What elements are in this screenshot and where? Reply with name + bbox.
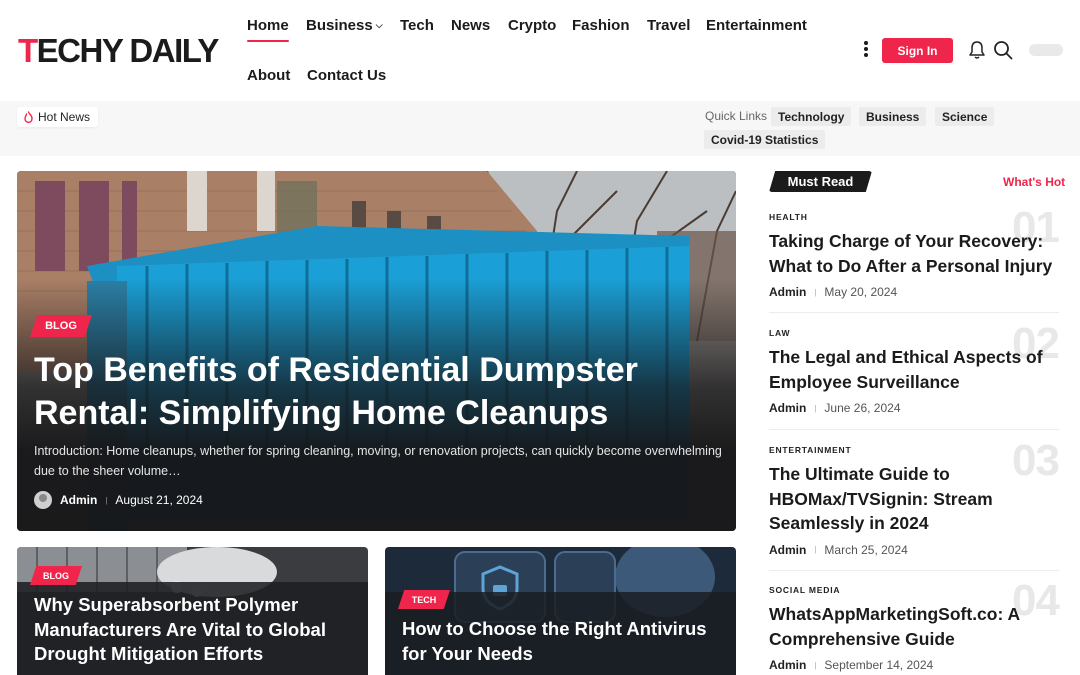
card-title-antivirus[interactable]: How to Choose the Right Antivirus for Yo… bbox=[402, 617, 722, 666]
hero-category-badge[interactable]: Blog bbox=[30, 315, 92, 337]
hero-author[interactable]: Admin bbox=[60, 493, 97, 507]
must-read-tab[interactable]: Must Read bbox=[769, 171, 872, 192]
divider bbox=[769, 570, 1059, 571]
hero-excerpt: Introduction: Home cleanups, whether for… bbox=[34, 444, 722, 478]
post-category[interactable]: HEALTH bbox=[769, 212, 1059, 222]
sign-in-button[interactable]: Sign In bbox=[882, 38, 953, 63]
post-date: September 14, 2024 bbox=[824, 658, 934, 672]
site-header: TECHY DAILY Home Business ⌵ Tech News Cry… bbox=[0, 0, 1080, 101]
post-meta: Admin | June 26, 2024 bbox=[769, 401, 1059, 415]
post-author[interactable]: Admin bbox=[769, 285, 806, 299]
hot-news-label: Hot News bbox=[38, 110, 91, 124]
whats-hot-link[interactable]: What's Hot bbox=[1003, 175, 1065, 189]
nav-item-business[interactable]: Business ⌵ bbox=[306, 17, 383, 34]
post-meta: Admin | March 25, 2024 bbox=[769, 543, 1059, 557]
chevron-down-icon: ⌵ bbox=[375, 20, 383, 30]
search-icon[interactable] bbox=[993, 40, 1013, 60]
site-logo[interactable]: TECHY DAILY bbox=[18, 32, 219, 70]
meta-separator: | bbox=[814, 403, 817, 413]
hot-news-button[interactable]: Hot News bbox=[17, 107, 99, 127]
fire-icon bbox=[24, 111, 33, 123]
post-author[interactable]: Admin bbox=[769, 543, 806, 557]
quick-link-science[interactable]: Science bbox=[935, 107, 995, 126]
card-badge-blog[interactable]: Blog bbox=[30, 566, 82, 585]
bell-icon[interactable] bbox=[968, 40, 986, 60]
divider bbox=[769, 429, 1059, 430]
quick-links-bar: Hot News Quick Links Technology Business… bbox=[0, 101, 1080, 156]
post-title[interactable]: The Legal and Ethical Aspects of Employe… bbox=[769, 345, 1059, 394]
post-category[interactable]: SOCIAL MEDIA bbox=[769, 585, 1059, 595]
post-title[interactable]: The Ultimate Guide to HBOMax/TVSignin: S… bbox=[769, 462, 1009, 536]
hero-date: August 21, 2024 bbox=[115, 493, 203, 507]
quick-link-covid-statistics[interactable]: Covid-19 Statistics bbox=[704, 130, 826, 149]
post-title[interactable]: Taking Charge of Your Recovery: What to … bbox=[769, 229, 1059, 278]
sidebar-post-4: 04 SOCIAL MEDIA WhatsAppMarketingSoft.co… bbox=[769, 576, 1060, 672]
avatar[interactable] bbox=[34, 491, 52, 509]
meta-separator: | bbox=[814, 545, 817, 554]
post-meta: Admin | September 14, 2024 bbox=[769, 658, 1059, 672]
post-author[interactable]: Admin bbox=[769, 401, 806, 415]
meta-separator: | bbox=[814, 660, 817, 670]
card-title-polymer[interactable]: Why Superabsorbent Polymer Manufacturers… bbox=[34, 593, 354, 667]
nav-item-crypto[interactable]: Crypto bbox=[508, 17, 556, 34]
post-title[interactable]: WhatsAppMarketingSoft.co: A Comprehensiv… bbox=[769, 602, 1059, 651]
more-vertical-icon[interactable] bbox=[862, 41, 870, 59]
post-meta: Admin | May 20, 2024 bbox=[769, 285, 1059, 299]
meta-separator: | bbox=[105, 495, 108, 505]
post-category[interactable]: ENTERTAINMENT bbox=[769, 445, 1059, 455]
quick-link-business[interactable]: Business bbox=[859, 107, 927, 126]
quick-link-technology[interactable]: Technology bbox=[771, 107, 852, 126]
sidebar-post-3: 03 ENTERTAINMENT The Ultimate Guide to H… bbox=[769, 436, 1060, 557]
meta-separator: | bbox=[814, 287, 817, 297]
nav-item-about[interactable]: About bbox=[247, 67, 290, 84]
nav-item-entertainment[interactable]: Entertainment bbox=[706, 17, 807, 34]
card-badge-tech[interactable]: Tech bbox=[398, 590, 450, 609]
quick-links-label: Quick Links bbox=[705, 109, 768, 123]
nav-item-fashion[interactable]: Fashion bbox=[572, 17, 630, 34]
post-date: May 20, 2024 bbox=[824, 285, 898, 299]
divider bbox=[769, 312, 1059, 313]
post-date: March 25, 2024 bbox=[824, 542, 908, 557]
dark-mode-toggle[interactable] bbox=[1029, 44, 1063, 56]
sidebar-post-1: 01 HEALTH Taking Charge of Your Recovery… bbox=[769, 203, 1060, 299]
nav-item-news[interactable]: News bbox=[451, 17, 490, 34]
post-number: 03 bbox=[1012, 436, 1060, 485]
sidebar-post-2: 02 LAW The Legal and Ethical Aspects of … bbox=[769, 319, 1060, 415]
post-author[interactable]: Admin bbox=[769, 658, 806, 672]
post-category[interactable]: LAW bbox=[769, 328, 1059, 338]
nav-item-home[interactable]: Home bbox=[247, 17, 289, 42]
post-date: June 26, 2024 bbox=[824, 401, 901, 415]
nav-item-travel[interactable]: Travel bbox=[647, 17, 690, 34]
hero-title[interactable]: Top Benefits of Residential Dumpster Ren… bbox=[34, 349, 714, 435]
hero-meta: Admin | August 21, 2024 bbox=[34, 491, 203, 509]
nav-item-contact[interactable]: Contact Us bbox=[307, 67, 386, 84]
nav-item-tech[interactable]: Tech bbox=[400, 17, 434, 34]
